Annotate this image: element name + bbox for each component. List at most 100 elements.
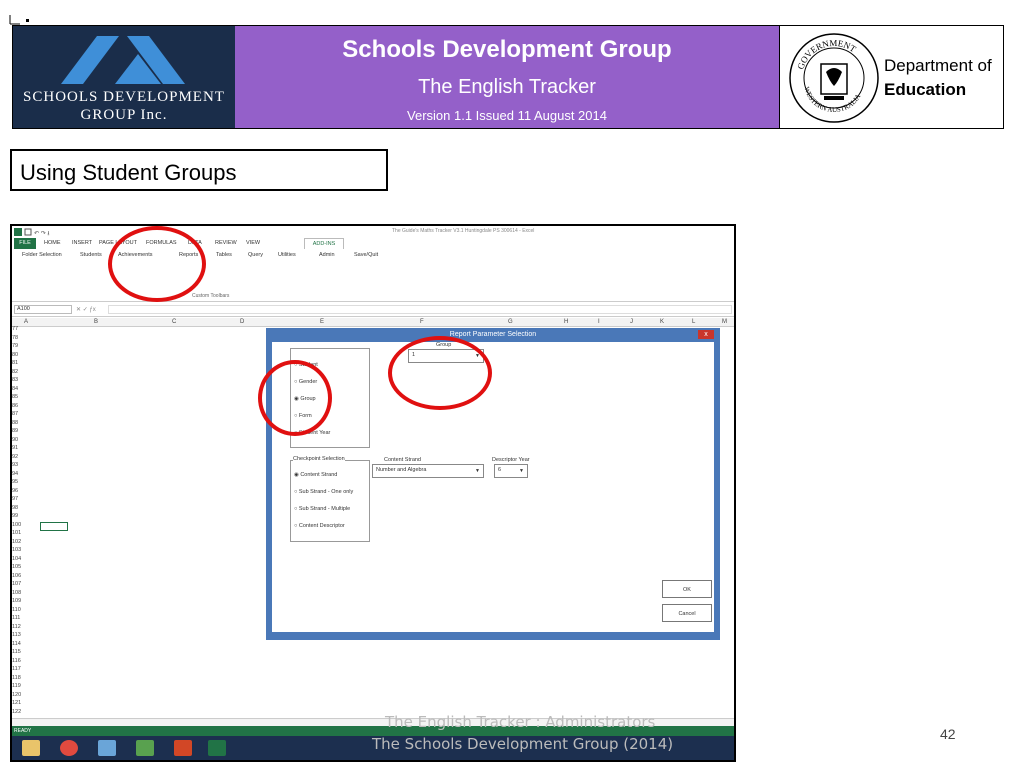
row-header[interactable]: 110 bbox=[12, 607, 21, 613]
row-header[interactable]: 116 bbox=[12, 658, 21, 664]
row-header[interactable]: 85 bbox=[12, 394, 18, 400]
col-header[interactable]: I bbox=[598, 319, 600, 325]
row-header[interactable]: 90 bbox=[12, 437, 18, 443]
app-icon[interactable] bbox=[136, 740, 154, 756]
row-header[interactable]: 86 bbox=[12, 403, 18, 409]
highlight-ring-achievements bbox=[108, 226, 206, 302]
row-header[interactable]: 100 bbox=[12, 522, 21, 528]
students-menu[interactable]: Students bbox=[80, 252, 102, 258]
utilities-menu[interactable]: Utilities bbox=[278, 252, 296, 258]
row-header[interactable]: 95 bbox=[12, 479, 18, 485]
close-icon[interactable]: x bbox=[698, 330, 714, 339]
row-header[interactable]: 78 bbox=[12, 335, 18, 341]
radio-content-descriptor[interactable]: ○ Content Descriptor bbox=[294, 523, 345, 529]
row-header[interactable]: 117 bbox=[12, 666, 21, 672]
row-header[interactable]: 84 bbox=[12, 386, 18, 392]
row-header[interactable]: 121 bbox=[12, 700, 21, 706]
row-header[interactable]: 112 bbox=[12, 624, 21, 630]
row-header[interactable]: 89 bbox=[12, 428, 18, 434]
row-header[interactable]: 101 bbox=[12, 530, 21, 536]
content-strand-select[interactable]: Number and Algebra ▼ bbox=[372, 464, 484, 478]
radio-sub-strand-multiple[interactable]: ○ Sub Strand - Multiple bbox=[294, 506, 350, 512]
row-header[interactable]: 97 bbox=[12, 496, 18, 502]
row-header[interactable]: 77 bbox=[12, 326, 18, 332]
col-header[interactable]: L bbox=[692, 319, 695, 325]
col-header[interactable]: H bbox=[564, 319, 568, 325]
row-header[interactable]: 79 bbox=[12, 343, 18, 349]
col-header[interactable]: M bbox=[722, 319, 727, 325]
row-header[interactable]: 91 bbox=[12, 445, 18, 451]
row-header[interactable]: 109 bbox=[12, 598, 21, 604]
corner-mark bbox=[8, 12, 38, 25]
col-header[interactable]: D bbox=[240, 319, 244, 325]
row-header[interactable]: 82 bbox=[12, 369, 18, 375]
save-quit-menu[interactable]: Save/Quit bbox=[354, 252, 378, 258]
col-header[interactable]: G bbox=[508, 319, 513, 325]
row-header[interactable]: 120 bbox=[12, 692, 21, 698]
row-header[interactable]: 92 bbox=[12, 454, 18, 460]
excel-icon[interactable] bbox=[208, 740, 226, 756]
row-header[interactable]: 99 bbox=[12, 513, 18, 519]
col-header[interactable]: C bbox=[172, 319, 176, 325]
row-header[interactable]: 106 bbox=[12, 573, 21, 579]
col-header[interactable]: B bbox=[94, 319, 98, 325]
section-title: Using Student Groups bbox=[10, 149, 388, 191]
row-header[interactable]: 111 bbox=[12, 615, 20, 621]
row-header[interactable]: 105 bbox=[12, 564, 21, 570]
file-explorer-icon[interactable] bbox=[22, 740, 40, 756]
ok-button[interactable]: OK bbox=[662, 580, 712, 598]
row-header[interactable]: 88 bbox=[12, 420, 18, 426]
formula-bar: A100 ✕ ✓ ƒx bbox=[12, 304, 734, 317]
row-header[interactable]: 96 bbox=[12, 488, 18, 494]
col-header[interactable]: A bbox=[24, 319, 28, 325]
row-header[interactable]: 115 bbox=[12, 649, 21, 655]
network-icon[interactable] bbox=[98, 740, 116, 756]
col-header[interactable]: F bbox=[420, 319, 424, 325]
tab-review[interactable]: REVIEW bbox=[215, 240, 237, 246]
tables-menu[interactable]: Tables bbox=[216, 252, 232, 258]
col-header[interactable]: J bbox=[630, 319, 633, 325]
row-header[interactable]: 108 bbox=[12, 590, 21, 596]
row-header[interactable]: 119 bbox=[12, 683, 21, 689]
chevron-down-icon: ▼ bbox=[519, 468, 524, 474]
radio-sub-strand-one[interactable]: ○ Sub Strand - One only bbox=[294, 489, 353, 495]
cancel-button[interactable]: Cancel bbox=[662, 604, 712, 622]
row-header[interactable]: 118 bbox=[12, 675, 21, 681]
row-header[interactable]: 113 bbox=[12, 632, 21, 638]
row-header[interactable]: 94 bbox=[12, 471, 18, 477]
powerpoint-icon[interactable] bbox=[174, 740, 192, 756]
page-number: 42 bbox=[940, 726, 956, 742]
row-header[interactable]: 122 bbox=[12, 709, 21, 715]
selected-cell[interactable] bbox=[40, 522, 68, 531]
folder-selection-menu[interactable]: Folder Selection bbox=[22, 252, 62, 258]
row-header[interactable]: 93 bbox=[12, 462, 18, 468]
tab-home[interactable]: HOME bbox=[44, 240, 61, 246]
row-header[interactable]: 103 bbox=[12, 547, 21, 553]
row-header[interactable]: 107 bbox=[12, 581, 21, 587]
row-header[interactable]: 98 bbox=[12, 505, 18, 511]
radio-content-strand[interactable]: ◉ Content Strand bbox=[294, 472, 337, 478]
row-header[interactable]: 104 bbox=[12, 556, 21, 562]
tab-view[interactable]: VIEW bbox=[246, 240, 260, 246]
row-header[interactable]: 102 bbox=[12, 539, 21, 545]
row-header[interactable]: 83 bbox=[12, 377, 18, 383]
excel-screenshot: ↶ ↷ ⭳ The Guide's Maths Tracker V3.1 Hun… bbox=[10, 224, 736, 762]
fx-icon[interactable]: ✕ ✓ ƒx bbox=[76, 306, 96, 313]
col-header[interactable]: K bbox=[660, 319, 664, 325]
tab-insert[interactable]: INSERT bbox=[72, 240, 92, 246]
page-subtitle: The English Tracker bbox=[418, 76, 596, 98]
name-box[interactable]: A100 bbox=[14, 305, 72, 314]
descriptor-year-select[interactable]: 6 ▼ bbox=[494, 464, 528, 478]
formula-input[interactable] bbox=[108, 305, 732, 314]
col-header[interactable]: E bbox=[320, 319, 324, 325]
row-header[interactable]: 114 bbox=[12, 641, 21, 647]
admin-menu[interactable]: Admin bbox=[319, 252, 335, 258]
chrome-icon[interactable] bbox=[60, 740, 78, 756]
row-header[interactable]: 80 bbox=[12, 352, 18, 358]
row-header[interactable]: 87 bbox=[12, 411, 18, 417]
tab-add-ins[interactable]: ADD-INS bbox=[304, 238, 344, 249]
query-menu[interactable]: Query bbox=[248, 252, 263, 258]
tab-file[interactable]: FILE bbox=[14, 238, 36, 249]
row-header[interactable]: 81 bbox=[12, 360, 18, 366]
dialog-body: ○ Student ○ Gender ◉ Group ○ Form ○ Stud… bbox=[272, 342, 714, 632]
